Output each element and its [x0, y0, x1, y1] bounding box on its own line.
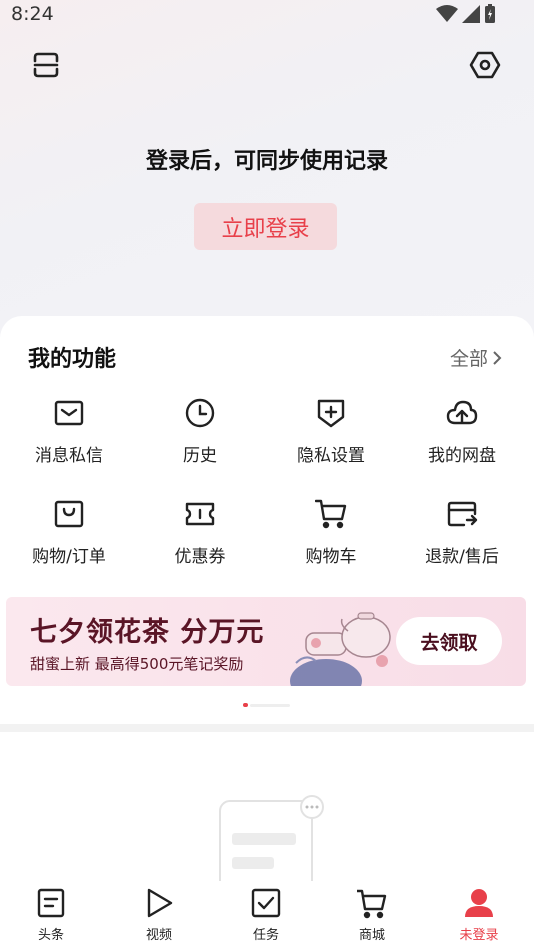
function-label: 我的网盘 [428, 446, 496, 466]
function-label: 隐私设置 [297, 446, 365, 466]
tab-profile[interactable]: 未登录 [439, 881, 519, 947]
tab-tasks[interactable]: 任务 [226, 881, 306, 947]
carousel-dot-track [250, 703, 290, 707]
chevron-right-icon [493, 350, 502, 365]
hexagon-settings-icon [469, 51, 501, 79]
status-icons [436, 4, 496, 24]
message-icon [54, 400, 84, 426]
see-all-link[interactable]: 全部 [450, 344, 502, 371]
see-all-label: 全部 [449, 348, 488, 370]
shopping-bag-icon [54, 500, 84, 528]
cloud-upload-icon [446, 400, 478, 425]
tab-label: 任务 [252, 928, 279, 943]
bottom-tab-bar: 头条 视频 任务 商城 未登录 [0, 881, 534, 947]
scan-button[interactable] [26, 45, 66, 85]
function-item-orders[interactable]: 购物/订单 [4, 498, 134, 578]
function-label: 退款/售后 [425, 547, 499, 567]
checkbox-icon [251, 888, 281, 918]
function-label: 优惠券 [174, 547, 226, 567]
settings-button[interactable] [465, 45, 505, 85]
function-item-history[interactable]: 历史 [135, 397, 265, 477]
shield-plus-icon [317, 399, 345, 428]
clock-icon [185, 398, 215, 428]
login-hint: 登录后，可同步使用记录 [145, 149, 388, 174]
functions-title: 我的功能 [28, 347, 117, 372]
banner-title: 七夕领花茶 分万元 [30, 617, 265, 648]
empty-state-illustration [219, 795, 324, 885]
cart-icon [357, 889, 387, 919]
function-item-cloud-drive[interactable]: 我的网盘 [397, 397, 527, 477]
play-icon [147, 888, 173, 918]
refund-card-icon [447, 501, 478, 527]
carousel-dot-active [243, 703, 248, 707]
scan-icon [33, 52, 59, 78]
cart-icon [315, 499, 347, 529]
tab-mall[interactable]: 商城 [332, 881, 412, 947]
function-item-messages[interactable]: 消息私信 [4, 397, 134, 477]
section-divider [0, 724, 534, 732]
tab-video[interactable]: 视频 [119, 881, 199, 947]
function-label: 消息私信 [35, 446, 103, 466]
tab-label: 商城 [358, 928, 385, 943]
tab-headlines[interactable]: 头条 [11, 881, 91, 947]
banner-claim-button[interactable]: 去领取 [396, 617, 502, 665]
battery-icon [485, 4, 495, 23]
function-item-privacy[interactable]: 隐私设置 [266, 397, 396, 477]
function-item-coupons[interactable]: 优惠券 [135, 498, 265, 578]
carousel-indicator [243, 703, 290, 707]
function-label: 购物/订单 [32, 547, 106, 567]
tab-label: 视频 [145, 928, 172, 943]
wifi-icon [436, 5, 458, 22]
function-item-refund[interactable]: 退款/售后 [397, 498, 527, 578]
banner-subtitle: 甜蜜上新 最高得500元笔记奖励 [30, 655, 244, 673]
promo-banner[interactable]: 七夕领花茶 分万元 甜蜜上新 最高得500元笔记奖励 去领取 [6, 597, 526, 686]
user-icon [465, 889, 493, 917]
document-icon [37, 888, 65, 918]
function-item-cart[interactable]: 购物车 [266, 498, 396, 578]
status-time: 8:24 [11, 3, 54, 25]
tab-label: 头条 [37, 928, 64, 943]
tab-label: 未登录 [459, 928, 499, 943]
coupon-icon [185, 502, 215, 526]
function-label: 历史 [183, 446, 217, 466]
login-button[interactable]: 立即登录 [194, 203, 337, 250]
teapot-illustration [290, 612, 391, 686]
status-bar: 8:24 [0, 0, 534, 28]
signal-icon [462, 5, 480, 23]
function-label: 购物车 [305, 547, 357, 567]
